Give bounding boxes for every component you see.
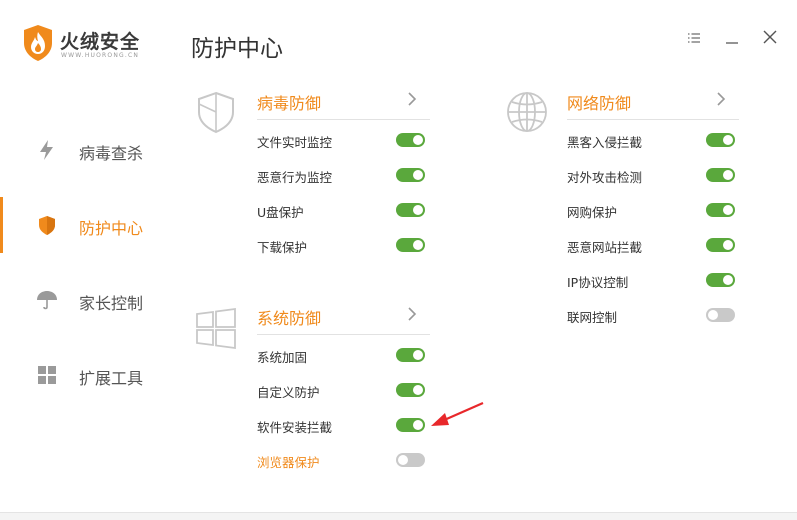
list-item: 网购保护 xyxy=(567,201,737,221)
setting-label: 恶意行为监控 xyxy=(257,170,333,185)
menu-icon xyxy=(688,33,700,43)
chevron-right-icon xyxy=(717,92,726,106)
outbound-attack-toggle[interactable] xyxy=(706,168,735,182)
setting-label: 系统加固 xyxy=(257,350,308,365)
sidebar-item-parental-control[interactable]: 家长控制 xyxy=(0,272,180,328)
list-item: 恶意网站拦截 xyxy=(567,236,737,256)
page-title: 防护中心 xyxy=(191,36,283,62)
close-icon xyxy=(763,30,777,44)
sidebar-item-virus-scan[interactable]: 病毒查杀 xyxy=(0,122,180,178)
list-item: 恶意行为监控 xyxy=(257,166,427,186)
ip-protocol-toggle[interactable] xyxy=(706,273,735,287)
flame-logo-icon xyxy=(24,25,52,61)
sidebar-item-label: 家长控制 xyxy=(79,294,144,313)
setting-label: 自定义防护 xyxy=(257,385,320,400)
app-logo: 火绒安全 WWW.HUORONG.CN xyxy=(22,24,162,64)
list-item: 对外攻击检测 xyxy=(567,166,737,186)
list-item: 黑客入侵拦截 xyxy=(567,131,737,151)
grid-icon xyxy=(38,366,56,384)
setting-label: 联网控制 xyxy=(567,310,618,325)
setting-label: 下载保护 xyxy=(257,240,308,255)
list-item: 浏览器保护 xyxy=(257,451,427,471)
virus-defense-header[interactable]: 病毒防御 xyxy=(257,90,430,120)
list-item: 联网控制 xyxy=(567,306,737,326)
setting-label: 网购保护 xyxy=(567,205,618,220)
list-item: 下载保护 xyxy=(257,236,427,256)
list-item: 自定义防护 xyxy=(257,381,427,401)
shield-icon xyxy=(39,216,55,235)
windows-icon xyxy=(196,307,236,350)
menu-button[interactable] xyxy=(684,28,704,48)
close-button[interactable] xyxy=(760,28,780,48)
setting-label: 文件实时监控 xyxy=(257,135,333,150)
umbrella-icon xyxy=(37,291,57,310)
list-item: 软件安装拦截 xyxy=(257,416,427,436)
setting-label: IP协议控制 xyxy=(567,275,629,290)
globe-icon xyxy=(507,92,547,132)
shopping-protection-toggle[interactable] xyxy=(706,203,735,217)
section-title: 网络防御 xyxy=(567,94,632,113)
lightning-icon xyxy=(40,140,53,160)
list-item: 系统加固 xyxy=(257,346,427,366)
sidebar-item-protection-center[interactable]: 防护中心 xyxy=(0,197,180,253)
app-window: 火绒安全 WWW.HUORONG.CN 防护中心 病毒查杀 防护中心 家长控制 … xyxy=(0,0,797,520)
network-defense-header[interactable]: 网络防御 xyxy=(567,90,739,120)
chevron-right-icon xyxy=(408,307,417,321)
sidebar-item-extension-tools[interactable]: 扩展工具 xyxy=(0,347,180,403)
behavior-monitor-toggle[interactable] xyxy=(396,168,425,182)
hacker-intrusion-toggle[interactable] xyxy=(706,133,735,147)
chevron-right-icon xyxy=(408,92,417,106)
annotation-arrow xyxy=(431,401,484,426)
custom-protection-toggle[interactable] xyxy=(396,383,425,397)
bottom-edge xyxy=(0,512,797,520)
setting-label: 对外攻击检测 xyxy=(567,170,643,185)
minimize-icon xyxy=(726,42,738,44)
list-item: U盘保护 xyxy=(257,201,427,221)
logo-text: 火绒安全 xyxy=(60,31,141,53)
software-install-block-toggle[interactable] xyxy=(396,418,425,432)
sidebar-item-label: 扩展工具 xyxy=(79,369,144,388)
sidebar-item-label: 防护中心 xyxy=(79,219,144,238)
usb-protection-toggle[interactable] xyxy=(396,203,425,217)
malicious-site-toggle[interactable] xyxy=(706,238,735,252)
list-item: 文件实时监控 xyxy=(257,131,427,151)
system-defense-header[interactable]: 系统防御 xyxy=(257,305,430,335)
setting-label: 软件安装拦截 xyxy=(257,420,333,435)
browser-protection-toggle[interactable] xyxy=(396,453,425,467)
file-monitor-toggle[interactable] xyxy=(396,133,425,147)
logo-url: WWW.HUORONG.CN xyxy=(61,52,140,59)
shield-outline-icon xyxy=(198,91,234,134)
download-protection-toggle[interactable] xyxy=(396,238,425,252)
list-item: IP协议控制 xyxy=(567,271,737,291)
setting-label: 恶意网站拦截 xyxy=(567,240,643,255)
minimize-button[interactable] xyxy=(722,28,742,48)
section-title: 系统防御 xyxy=(257,309,322,328)
setting-label: U盘保护 xyxy=(257,205,304,220)
browser-protection-link[interactable]: 浏览器保护 xyxy=(257,452,320,471)
sidebar-item-label: 病毒查杀 xyxy=(79,144,144,163)
setting-label: 黑客入侵拦截 xyxy=(567,135,643,150)
network-control-toggle[interactable] xyxy=(706,308,735,322)
section-title: 病毒防御 xyxy=(257,94,322,113)
system-hardening-toggle[interactable] xyxy=(396,348,425,362)
